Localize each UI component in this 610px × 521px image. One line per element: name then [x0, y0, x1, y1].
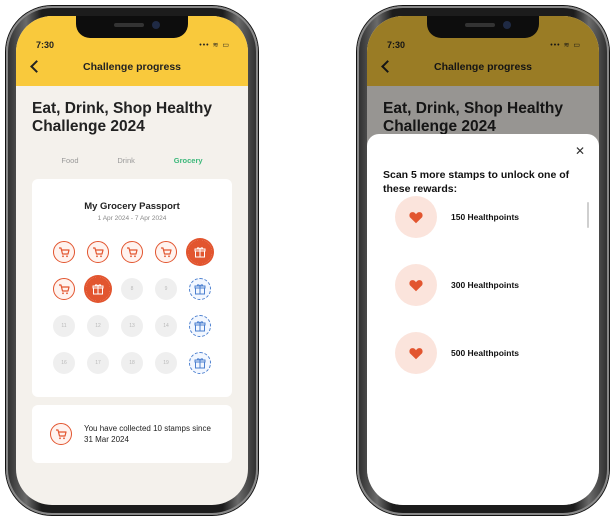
gift-icon — [189, 352, 211, 374]
shopping-cart-icon — [121, 241, 143, 263]
scrollbar[interactable] — [587, 202, 589, 228]
grocery-passport-card: My Grocery Passport 1 Apr 2024 - 7 Apr 2… — [32, 179, 232, 397]
empty-stamp-slot: 12 — [87, 315, 109, 337]
empty-stamp-slot: 14 — [155, 315, 177, 337]
passport-title: My Grocery Passport — [84, 201, 180, 212]
phone-frame-right: 7:30 ••• ≋ ▭ Challenge progress Eat, Dri… — [357, 6, 609, 515]
shopping-cart-icon — [87, 241, 109, 263]
gift-icon — [189, 278, 211, 300]
empty-stamp-slot: 16 — [53, 352, 75, 374]
tab-grocery[interactable]: Grocery — [174, 156, 203, 165]
status-icons: ••• ≋ ▭ — [199, 42, 230, 49]
reward-item[interactable]: 300 Healthpoints — [395, 264, 583, 306]
empty-stamp-slot: 13 — [121, 315, 143, 337]
shopping-cart-icon — [53, 241, 75, 263]
close-icon[interactable]: ✕ — [575, 144, 585, 158]
rewards-heading: Scan 5 more stamps to unlock one of thes… — [383, 169, 570, 195]
empty-stamp-slot: 18 — [121, 352, 143, 374]
reward-label: 150 Healthpoints — [451, 212, 520, 222]
page-content: Eat, Drink, Shop Healthy Challenge 2024 … — [16, 86, 248, 463]
gift-icon — [186, 238, 214, 266]
gift-icon — [189, 315, 211, 337]
shopping-cart-icon — [53, 278, 75, 300]
stamp-summary-text: You have collected 10 stamps since 31 Ma… — [84, 424, 211, 444]
tab-drink[interactable]: Drink — [117, 156, 135, 165]
empty-stamp-slot: 8 — [121, 278, 143, 300]
tab-food[interactable]: Food — [61, 156, 78, 165]
empty-stamp-slot: 17 — [87, 352, 109, 374]
reward-item[interactable]: 150 Healthpoints — [395, 196, 583, 238]
heart-icon — [395, 332, 437, 374]
reward-label: 300 Healthpoints — [451, 280, 520, 290]
empty-stamp-slot: 9 — [155, 278, 177, 300]
shopping-cart-icon — [155, 241, 177, 263]
stamp-summary-card: You have collected 10 stamps since 31 Ma… — [32, 405, 232, 463]
status-time: 7:30 — [36, 40, 55, 50]
phone-notch — [76, 16, 188, 38]
shopping-cart-icon — [50, 423, 72, 445]
rewards-sheet-screen: 7:30 ••• ≋ ▭ Challenge progress Eat, Dri… — [367, 16, 599, 505]
category-tabs: Food Drink Grocery — [42, 156, 222, 165]
stamp-grid: 8 9 11 12 13 14 16 17 18 19 — [32, 238, 232, 374]
passport-date-range: 1 Apr 2024 - 7 Apr 2024 — [97, 215, 167, 222]
empty-stamp-slot: 19 — [155, 352, 177, 374]
heart-icon — [395, 196, 437, 238]
reward-item[interactable]: 500 Healthpoints — [395, 332, 583, 374]
heart-icon — [395, 264, 437, 306]
phone-frame-left: 7:30 ••• ≋ ▭ Challenge progress Eat, Dri… — [6, 6, 258, 515]
rewards-bottom-sheet: ✕ Scan 5 more stamps to unlock one of th… — [367, 134, 599, 505]
challenge-progress-screen: 7:30 ••• ≋ ▭ Challenge progress Eat, Dri… — [16, 16, 248, 505]
phone-notch — [427, 16, 539, 38]
page-title: Eat, Drink, Shop Healthy Challenge 2024 — [32, 100, 213, 135]
reward-label: 500 Healthpoints — [451, 348, 520, 358]
app-bar-title: Challenge progress — [82, 61, 182, 73]
gift-icon — [84, 275, 112, 303]
empty-stamp-slot: 11 — [53, 315, 75, 337]
